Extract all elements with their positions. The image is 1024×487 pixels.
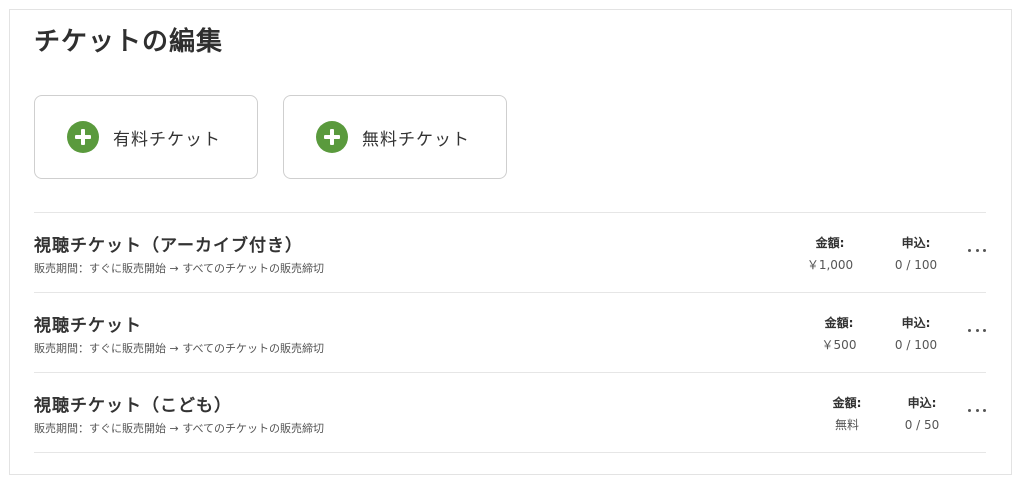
- apply-label: 申込:: [907, 396, 937, 410]
- ticket-apply-column: 申込: 0 / 100: [881, 315, 951, 353]
- add-paid-ticket-button[interactable]: 有料チケット: [34, 95, 258, 179]
- ticket-list: 視聴チケット（アーカイブ付き） 販売期間：すぐに販売開始 → すべてのチケットの…: [34, 212, 986, 453]
- ticket-price-column: 金額: ￥500: [799, 315, 879, 353]
- more-horizontal-icon[interactable]: [968, 241, 986, 259]
- apply-label: 申込:: [901, 236, 931, 250]
- ticket-sales-period: 販売期間：すぐに販売開始 → すべてのチケットの販売締切: [34, 422, 324, 435]
- ticket-name: 視聴チケット（アーカイブ付き）: [34, 236, 303, 256]
- ticket-row[interactable]: 視聴チケット（こども） 販売期間：すぐに販売開始 → すべてのチケットの販売締切…: [34, 373, 986, 453]
- price-label: 金額:: [832, 396, 862, 410]
- plus-circle-icon: [67, 121, 99, 153]
- ticket-sales-period: 販売期間：すぐに販売開始 → すべてのチケットの販売締切: [34, 262, 324, 275]
- price-label: 金額:: [815, 236, 845, 250]
- ticket-apply-column: 申込: 0 / 100: [881, 235, 951, 273]
- ticket-price-column: 金額: ￥1,000: [790, 235, 870, 273]
- ticket-price: ￥500: [821, 338, 857, 352]
- ticket-price-column: 金額: 無料: [807, 395, 887, 433]
- ticket-sales-period: 販売期間：すぐに販売開始 → すべてのチケットの販売締切: [34, 342, 324, 355]
- ticket-name: 視聴チケット（こども）: [34, 396, 232, 416]
- more-horizontal-icon[interactable]: [968, 321, 986, 339]
- ticket-row[interactable]: 視聴チケット（アーカイブ付き） 販売期間：すぐに販売開始 → すべてのチケットの…: [34, 213, 986, 293]
- ticket-row[interactable]: 視聴チケット 販売期間：すぐに販売開始 → すべてのチケットの販売締切 金額: …: [34, 293, 986, 373]
- add-free-ticket-label: 無料チケット: [362, 129, 470, 150]
- ticket-name: 視聴チケット: [34, 316, 142, 336]
- ticket-price: 無料: [834, 418, 859, 432]
- ticket-apply-column: 申込: 0 / 50: [887, 395, 957, 433]
- more-horizontal-icon[interactable]: [968, 401, 986, 419]
- ticket-apply-count: 0 / 100: [894, 338, 938, 352]
- ticket-apply-count: 0 / 50: [904, 418, 940, 432]
- apply-label: 申込:: [901, 316, 931, 330]
- ticket-price: ￥1,000: [806, 258, 854, 272]
- ticket-apply-count: 0 / 100: [894, 258, 938, 272]
- add-free-ticket-button[interactable]: 無料チケット: [283, 95, 507, 179]
- add-paid-ticket-label: 有料チケット: [113, 129, 221, 150]
- page-title: チケットの編集: [34, 27, 224, 57]
- plus-circle-icon: [316, 121, 348, 153]
- price-label: 金額:: [824, 316, 854, 330]
